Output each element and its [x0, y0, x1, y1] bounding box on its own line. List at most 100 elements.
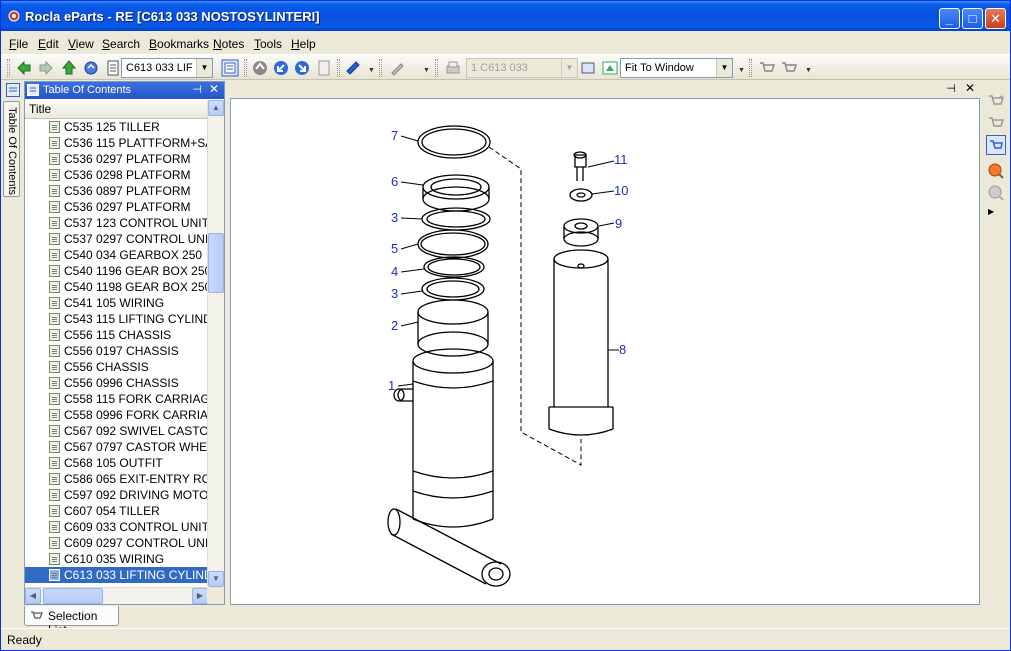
- toc-item[interactable]: C607 054 TILLER: [25, 503, 208, 519]
- callout-7[interactable]: 7: [391, 128, 398, 143]
- cart-add-icon[interactable]: +: [986, 91, 1006, 111]
- dropdown-arrow-icon[interactable]: ▼: [423, 67, 430, 75]
- callout-1[interactable]: 1: [388, 378, 395, 393]
- home-up-icon[interactable]: [60, 59, 78, 77]
- zoom-combo[interactable]: Fit To Window ▼: [620, 58, 733, 78]
- menu-notes[interactable]: Notes: [213, 37, 244, 51]
- exploded-parts-drawing[interactable]: [231, 99, 981, 606]
- toc-item[interactable]: C541 105 WIRING: [25, 295, 208, 311]
- toolbar-grip[interactable]: [749, 59, 752, 77]
- fit-window-icon[interactable]: [601, 59, 619, 77]
- toc-item[interactable]: C568 105 OUTFIT: [25, 455, 208, 471]
- cart-remove-icon[interactable]: [780, 59, 798, 77]
- toc-item[interactable]: C536 0297 PLATFORM: [25, 199, 208, 215]
- toc-item[interactable]: C535 125 TILLER: [25, 119, 208, 135]
- search-parts-icon[interactable]: [986, 161, 1006, 181]
- toc-vertical-scrollbar[interactable]: ▲ ▼: [207, 100, 224, 587]
- zoom-icon[interactable]: [580, 59, 598, 77]
- menu-edit[interactable]: Edit: [38, 37, 59, 51]
- toc-item[interactable]: C540 034 GEARBOX 250: [25, 247, 208, 263]
- toc-item[interactable]: C540 1198 GEAR BOX 250: [25, 279, 208, 295]
- toc-item[interactable]: C536 0297 PLATFORM: [25, 151, 208, 167]
- callout-10[interactable]: 10: [614, 183, 628, 198]
- document-combo[interactable]: C613 033 LIF ▼: [121, 58, 213, 78]
- callout-3b[interactable]: 3: [391, 286, 398, 301]
- toc-item[interactable]: C558 0996 FORK CARRIAGE: [25, 407, 208, 423]
- callout-3[interactable]: 3: [391, 210, 398, 225]
- nav-next-icon[interactable]: [293, 59, 311, 77]
- toc-item[interactable]: C556 115 CHASSIS: [25, 327, 208, 343]
- scroll-right-icon[interactable]: ▶: [192, 588, 208, 604]
- toc-item[interactable]: C537 123 CONTROL UNIT R: [25, 215, 208, 231]
- scroll-up-icon[interactable]: ▲: [208, 100, 224, 116]
- scroll-thumb[interactable]: [208, 233, 224, 293]
- toc-item[interactable]: C536 115 PLATTFORM+SAFE: [25, 135, 208, 151]
- toolbar-grip[interactable]: [7, 59, 10, 77]
- menu-file[interactable]: File: [9, 37, 28, 51]
- toc-item[interactable]: C597 092 DRIVING MOTOR: [25, 487, 208, 503]
- toc-item[interactable]: C556 0197 CHASSIS: [25, 343, 208, 359]
- callout-4[interactable]: 4: [391, 264, 398, 279]
- toc-item[interactable]: C586 065 EXIT-ENTRY ROLL: [25, 471, 208, 487]
- page-combo[interactable]: 1 C613 033 ▼: [466, 58, 578, 78]
- toolbar-grip[interactable]: [244, 59, 247, 77]
- callout-6[interactable]: 6: [391, 174, 398, 189]
- callout-11[interactable]: 11: [614, 152, 628, 167]
- back-arrow-icon[interactable]: [15, 59, 33, 77]
- close-panel-icon[interactable]: ✕: [209, 82, 219, 96]
- toc-item[interactable]: C609 033 CONTROL UNIT A: [25, 519, 208, 535]
- callout-2[interactable]: 2: [391, 318, 398, 333]
- toc-item[interactable]: C536 0897 PLATFORM: [25, 183, 208, 199]
- maximize-button[interactable]: □: [962, 8, 983, 29]
- title-bar[interactable]: Rocla eParts - RE [C613 033 NOSTOSYLINTE…: [1, 1, 1010, 31]
- page-icon[interactable]: [315, 59, 333, 77]
- toc-item[interactable]: C540 1196 GEAR BOX 250: [25, 263, 208, 279]
- search-disabled-icon[interactable]: [986, 183, 1006, 203]
- bookmark-icon[interactable]: [344, 59, 362, 77]
- toc-item[interactable]: C613 033 LIFTING CYLINDEF: [25, 567, 208, 583]
- chevron-down-icon[interactable]: ▼: [561, 59, 577, 77]
- toc-horizontal-scrollbar[interactable]: ◀ ▶: [25, 587, 208, 604]
- toc-item[interactable]: C558 115 FORK CARRIAGE: [25, 391, 208, 407]
- minimize-button[interactable]: _: [939, 8, 960, 29]
- toc-item[interactable]: C567 0797 CASTOR WHEEL: [25, 439, 208, 455]
- toc-item[interactable]: C556 CHASSIS: [25, 359, 208, 375]
- close-button[interactable]: ✕: [985, 8, 1006, 29]
- chevron-down-icon[interactable]: ▼: [196, 59, 212, 77]
- toolbar-grip[interactable]: [379, 59, 382, 77]
- nav-prev-icon[interactable]: [272, 59, 290, 77]
- scroll-down-icon[interactable]: ▼: [208, 571, 224, 587]
- menu-tools[interactable]: Tools: [254, 37, 282, 51]
- toc-item[interactable]: C556 0996 CHASSIS: [25, 375, 208, 391]
- forward-arrow-icon[interactable]: [37, 59, 55, 77]
- title-column-header[interactable]: Title: [25, 100, 208, 119]
- toc-pane-icon[interactable]: [6, 83, 20, 97]
- menu-bookmarks[interactable]: Bookmarks: [149, 37, 209, 51]
- scroll-thumb-horizontal[interactable]: [43, 588, 103, 604]
- toc-side-tab[interactable]: Table Of Contents: [3, 101, 20, 197]
- toolbar-grip[interactable]: [337, 59, 340, 77]
- print-icon[interactable]: [444, 59, 462, 77]
- toc-item[interactable]: C536 0298 PLATFORM: [25, 167, 208, 183]
- toc-item[interactable]: C567 092 SWIVEL CASTOR: [25, 423, 208, 439]
- cart-remove-icon[interactable]: [986, 113, 1006, 133]
- callout-5[interactable]: 5: [391, 241, 398, 256]
- nav-up-icon[interactable]: [251, 59, 269, 77]
- dropdown-arrow-icon[interactable]: ▼: [738, 67, 745, 75]
- toc-list[interactable]: C535 125 TILLER C536 115 PLATTFORM+SAFE C5…: [25, 119, 208, 587]
- menu-view[interactable]: View: [68, 37, 94, 51]
- callout-8[interactable]: 8: [619, 342, 626, 357]
- toc-toggle-icon[interactable]: [221, 59, 239, 77]
- expand-arrow-icon[interactable]: ▶: [988, 207, 994, 216]
- pin-icon[interactable]: ⊣: [192, 83, 202, 96]
- dropdown-arrow-icon[interactable]: ▼: [368, 67, 375, 75]
- chevron-down-icon[interactable]: ▼: [716, 59, 732, 77]
- toc-item[interactable]: C537 0297 CONTROL UNIT F: [25, 231, 208, 247]
- menu-search[interactable]: Search: [102, 37, 140, 51]
- pin-icon[interactable]: ⊣: [946, 82, 956, 95]
- toolbar-grip[interactable]: [435, 59, 438, 77]
- cart-add-icon[interactable]: [758, 59, 776, 77]
- toc-item[interactable]: C609 0297 CONTROL UNIT A: [25, 535, 208, 551]
- callout-9[interactable]: 9: [615, 216, 622, 231]
- toc-item[interactable]: C610 035 WIRING: [25, 551, 208, 567]
